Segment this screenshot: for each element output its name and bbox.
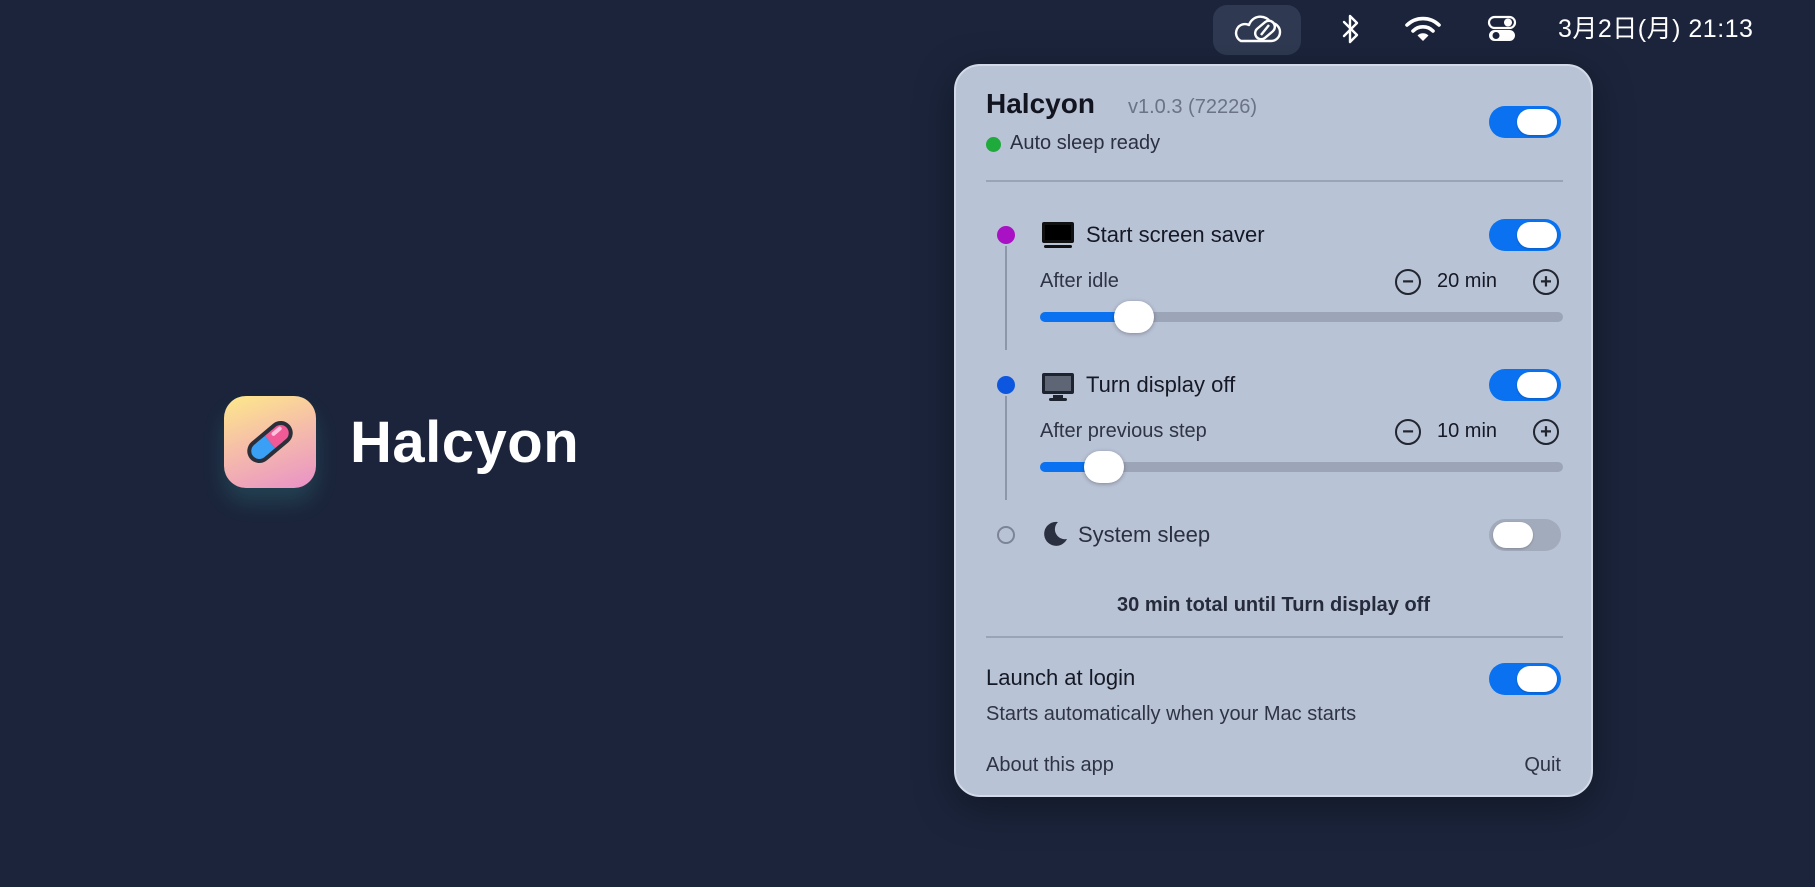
step-connector <box>1005 246 1007 350</box>
step-dot-display-off <box>997 376 1015 394</box>
slider-thumb[interactable] <box>1084 451 1125 483</box>
step-dot-system-sleep <box>997 526 1015 544</box>
bluetooth-icon[interactable] <box>1337 10 1365 48</box>
screen-saver-increase-button[interactable]: + <box>1533 269 1559 295</box>
screen-saver-delay-label: After idle <box>1040 270 1119 292</box>
version-label: v1.0.3 (72226) <box>1128 96 1257 118</box>
display-off-increase-button[interactable]: + <box>1533 419 1559 445</box>
launch-at-login-label: Launch at login <box>986 665 1136 690</box>
wifi-icon[interactable] <box>1403 10 1443 48</box>
menubar-clock[interactable]: 3月2日(月) 21:13 <box>1558 10 1753 48</box>
screen-saver-slider[interactable] <box>1040 301 1563 333</box>
display-off-delay-label: After previous step <box>1040 420 1207 442</box>
halcyon-popover: Halcyon v1.0.3 (72226) Auto sleep ready … <box>954 64 1593 797</box>
status-text: Auto sleep ready <box>1010 132 1161 154</box>
control-center-icon[interactable] <box>1485 10 1519 48</box>
quit-button[interactable]: Quit <box>1524 754 1561 777</box>
total-summary: 30 min total until Turn display off <box>1117 594 1430 616</box>
screen-saver-toggle[interactable] <box>1489 219 1561 251</box>
launch-at-login-description: Starts automatically when your Mac start… <box>986 703 1357 725</box>
screen-saver-decrease-button[interactable]: − <box>1395 269 1421 295</box>
pill-app-icon <box>224 396 316 488</box>
panel-title: Halcyon <box>986 88 1095 119</box>
step-dot-screen-saver <box>997 226 1015 244</box>
display-off-toggle[interactable] <box>1489 369 1561 401</box>
master-toggle[interactable] <box>1489 106 1561 138</box>
screen-saver-delay-value: 20 min <box>1436 270 1498 292</box>
display-off-delay-value: 10 min <box>1436 420 1498 442</box>
brand-name: Halcyon <box>350 410 580 475</box>
display-off-slider[interactable] <box>1040 451 1563 483</box>
status-indicator <box>986 137 1001 152</box>
about-button[interactable]: About this app <box>986 754 1114 777</box>
display-icon <box>1040 371 1076 408</box>
step-label-display-off: Turn display off <box>1086 372 1236 397</box>
slider-thumb[interactable] <box>1114 301 1155 333</box>
step-connector <box>1005 396 1007 500</box>
menu-bar: 3月2日(月) 21:13 <box>0 0 1815 58</box>
step-label-screen-saver: Start screen saver <box>1086 222 1265 247</box>
moon-icon <box>1040 519 1070 554</box>
divider <box>986 180 1563 182</box>
divider <box>986 636 1563 638</box>
halcyon-menubar-button[interactable] <box>1213 5 1301 55</box>
display-off-decrease-button[interactable]: − <box>1395 419 1421 445</box>
step-label-system-sleep: System sleep <box>1078 522 1211 547</box>
system-sleep-toggle[interactable] <box>1489 519 1561 551</box>
pill-cloud-icon <box>1234 15 1282 43</box>
launch-at-login-toggle[interactable] <box>1489 663 1561 695</box>
screen-saver-icon <box>1040 220 1076 255</box>
